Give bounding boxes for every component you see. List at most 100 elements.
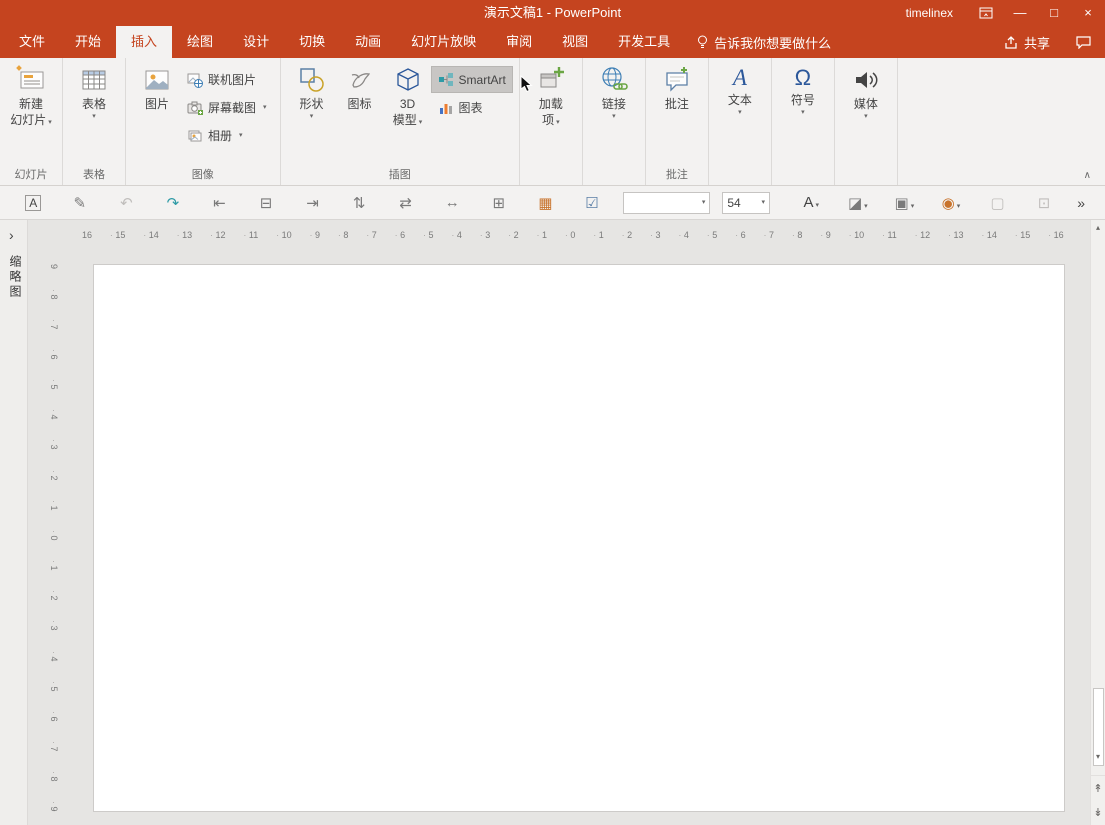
addins-button[interactable]: 加载 项 ▾ bbox=[527, 62, 575, 130]
tab-slideshow[interactable]: 幻灯片放映 bbox=[396, 26, 491, 58]
tab-review[interactable]: 审阅 bbox=[491, 26, 547, 58]
print-button[interactable]: ⊟ bbox=[243, 194, 290, 212]
tab-home[interactable]: 开始 bbox=[60, 26, 116, 58]
group-images: 图片 联机图片 屏幕截图 ▾ 相册 ▾ 图像 bbox=[126, 58, 281, 185]
dropdown-caret: ▾ bbox=[556, 119, 560, 126]
tab-transitions[interactable]: 切换 bbox=[284, 26, 340, 58]
symbol-button[interactable]: Ω 符号 ▾ bbox=[779, 62, 827, 120]
ruler-number: 10 bbox=[274, 230, 294, 240]
links-button[interactable]: 链接 ▾ bbox=[590, 62, 638, 124]
font-color-button[interactable]: A ▾ bbox=[788, 194, 835, 211]
tell-me-box[interactable]: 告诉我你想要做什么 bbox=[685, 26, 843, 58]
slide-show-tool-button[interactable]: ⊡ bbox=[1021, 194, 1068, 212]
media-button[interactable]: 媒体 ▾ bbox=[842, 62, 890, 124]
close-button[interactable]: × bbox=[1071, 0, 1105, 26]
screenshot-button[interactable]: 屏幕截图 ▾ bbox=[181, 95, 273, 120]
photo-album-icon bbox=[188, 130, 202, 141]
ruler-number: 3 bbox=[49, 620, 59, 631]
slide-canvas[interactable] bbox=[93, 264, 1065, 812]
ruler-number: 9 bbox=[49, 801, 59, 812]
omega-icon: Ω bbox=[794, 65, 812, 90]
addins-icon bbox=[540, 67, 564, 88]
undo-button[interactable]: ↶ bbox=[103, 194, 150, 212]
online-pictures-button[interactable]: 联机图片 bbox=[181, 67, 273, 92]
tab-developer[interactable]: 开发工具 bbox=[603, 26, 685, 58]
previous-slide-button[interactable]: ↟ bbox=[1091, 775, 1105, 795]
tab-insert[interactable]: 插入 bbox=[116, 26, 173, 58]
toolbar-overflow-button[interactable]: » bbox=[1067, 195, 1095, 211]
ruler-number: 9 bbox=[818, 230, 833, 240]
minimize-button[interactable]: — bbox=[1003, 0, 1037, 26]
font-size-combo[interactable]: 54 ▾ bbox=[722, 191, 770, 214]
ruler-number: 2 bbox=[506, 230, 521, 240]
pictures-button[interactable]: 图片 bbox=[133, 62, 181, 114]
print-icon: ⊟ bbox=[259, 194, 273, 212]
shapes-button[interactable]: 形状 ▾ bbox=[288, 62, 336, 124]
scroll-up-arrow[interactable]: ▴ bbox=[1091, 223, 1105, 232]
online-pictures-label: 联机图片 bbox=[208, 73, 257, 87]
vertical-scrollbar[interactable]: ▴ ▾ ↟ ↡ bbox=[1090, 220, 1105, 825]
share-button[interactable]: 共享 bbox=[992, 33, 1062, 52]
font-name-combo[interactable]: ▾ bbox=[623, 191, 711, 214]
ribbon-insert-content: 新建 幻灯片 ▾ 幻灯片 表格 ▾ 表格 图片 联机图片 屏幕截图 ▾ 相册 ▾… bbox=[0, 58, 1105, 186]
picture-tool-button[interactable]: ▢ bbox=[974, 194, 1021, 212]
3d-models-button[interactable]: 3D 模型 ▾ bbox=[384, 62, 432, 130]
text-button[interactable]: A 文本 ▾ bbox=[716, 62, 764, 120]
redo-button[interactable]: ↷ bbox=[150, 194, 197, 212]
photo-album-button[interactable]: 相册 ▾ bbox=[181, 123, 273, 148]
maximize-button[interactable]: □ bbox=[1037, 0, 1071, 26]
dropdown-caret: ▾ bbox=[864, 202, 868, 210]
tab-animations[interactable]: 动画 bbox=[340, 26, 396, 58]
thumbnail-pane-collapsed[interactable]: › 缩略图 bbox=[0, 220, 28, 825]
ruler-number: 5 bbox=[49, 681, 59, 691]
align-center-button[interactable]: ↔ bbox=[429, 194, 476, 211]
collapse-ribbon-button[interactable]: ∧ bbox=[1084, 170, 1091, 181]
font-color-icon: A bbox=[803, 194, 814, 211]
group-label-tables: 表格 bbox=[83, 169, 105, 181]
record-icon: ◉ bbox=[941, 194, 955, 212]
tab-draw[interactable]: 绘图 bbox=[172, 26, 228, 58]
dropdown-caret: ▾ bbox=[309, 113, 314, 120]
text-box-tool-button[interactable]: A bbox=[10, 194, 57, 211]
proofing-button[interactable]: ☑ bbox=[569, 194, 616, 212]
slide-show-tool-icon: ⊡ bbox=[1037, 194, 1051, 212]
new-comment-button[interactable]: 批注 bbox=[653, 62, 701, 114]
scroll-down-arrow[interactable]: ▾ bbox=[1091, 752, 1105, 761]
distribute-rows-button[interactable]: ⇅ bbox=[336, 194, 383, 212]
smartart-button[interactable]: SmartArt bbox=[430, 66, 513, 93]
align-right-button[interactable]: ⇥ bbox=[289, 194, 336, 212]
tab-file[interactable]: 文件 bbox=[4, 26, 60, 58]
media-label: 媒体 bbox=[853, 97, 878, 111]
text-style-button[interactable]: ▣ ▾ bbox=[881, 194, 928, 212]
group-label-comments: 批注 bbox=[665, 169, 688, 181]
account-name[interactable]: timelinex bbox=[906, 6, 953, 20]
record-button[interactable]: ◉ ▾ bbox=[928, 194, 975, 212]
addins-label-line1: 加载 bbox=[538, 97, 563, 111]
distribute-columns-button[interactable]: ⇄ bbox=[382, 194, 429, 212]
reuse-slides-button[interactable]: ▦ bbox=[522, 194, 569, 212]
chart-button[interactable]: 图表 bbox=[432, 95, 512, 120]
comment-bubble-icon bbox=[1076, 35, 1091, 49]
tab-design[interactable]: 设计 bbox=[228, 26, 284, 58]
ruler-number: 5 bbox=[421, 230, 436, 240]
ink-pen-button[interactable]: ✎ bbox=[57, 194, 104, 212]
icons-button[interactable]: 图标 bbox=[336, 62, 384, 114]
thumbnail-pane-label: 缩略图 bbox=[8, 255, 22, 300]
expand-pane-chevron-icon[interactable]: › bbox=[9, 227, 27, 243]
ruler-number: 0 bbox=[563, 230, 578, 240]
next-slide-button[interactable]: ↡ bbox=[1091, 806, 1105, 819]
highlight-button[interactable]: ◪ ▾ bbox=[835, 194, 882, 212]
3d-model-icon bbox=[396, 68, 419, 91]
table-button[interactable]: 表格 ▾ bbox=[70, 62, 118, 124]
ruler-number: 9 bbox=[49, 264, 59, 270]
comments-button[interactable] bbox=[1062, 35, 1105, 49]
align-middle-button[interactable]: ⊞ bbox=[475, 194, 522, 212]
dropdown-caret: ▾ bbox=[418, 119, 423, 126]
align-left-button[interactable]: ⇤ bbox=[196, 194, 243, 212]
ruler-number: 8 bbox=[790, 230, 805, 240]
ruler-number: 11 bbox=[241, 230, 260, 240]
tab-view[interactable]: 视图 bbox=[547, 26, 603, 58]
new-slide-label-line1: 新建 bbox=[18, 97, 43, 111]
new-slide-button[interactable]: 新建 幻灯片 ▾ bbox=[7, 62, 55, 130]
ribbon-display-options-button[interactable] bbox=[969, 0, 1003, 26]
